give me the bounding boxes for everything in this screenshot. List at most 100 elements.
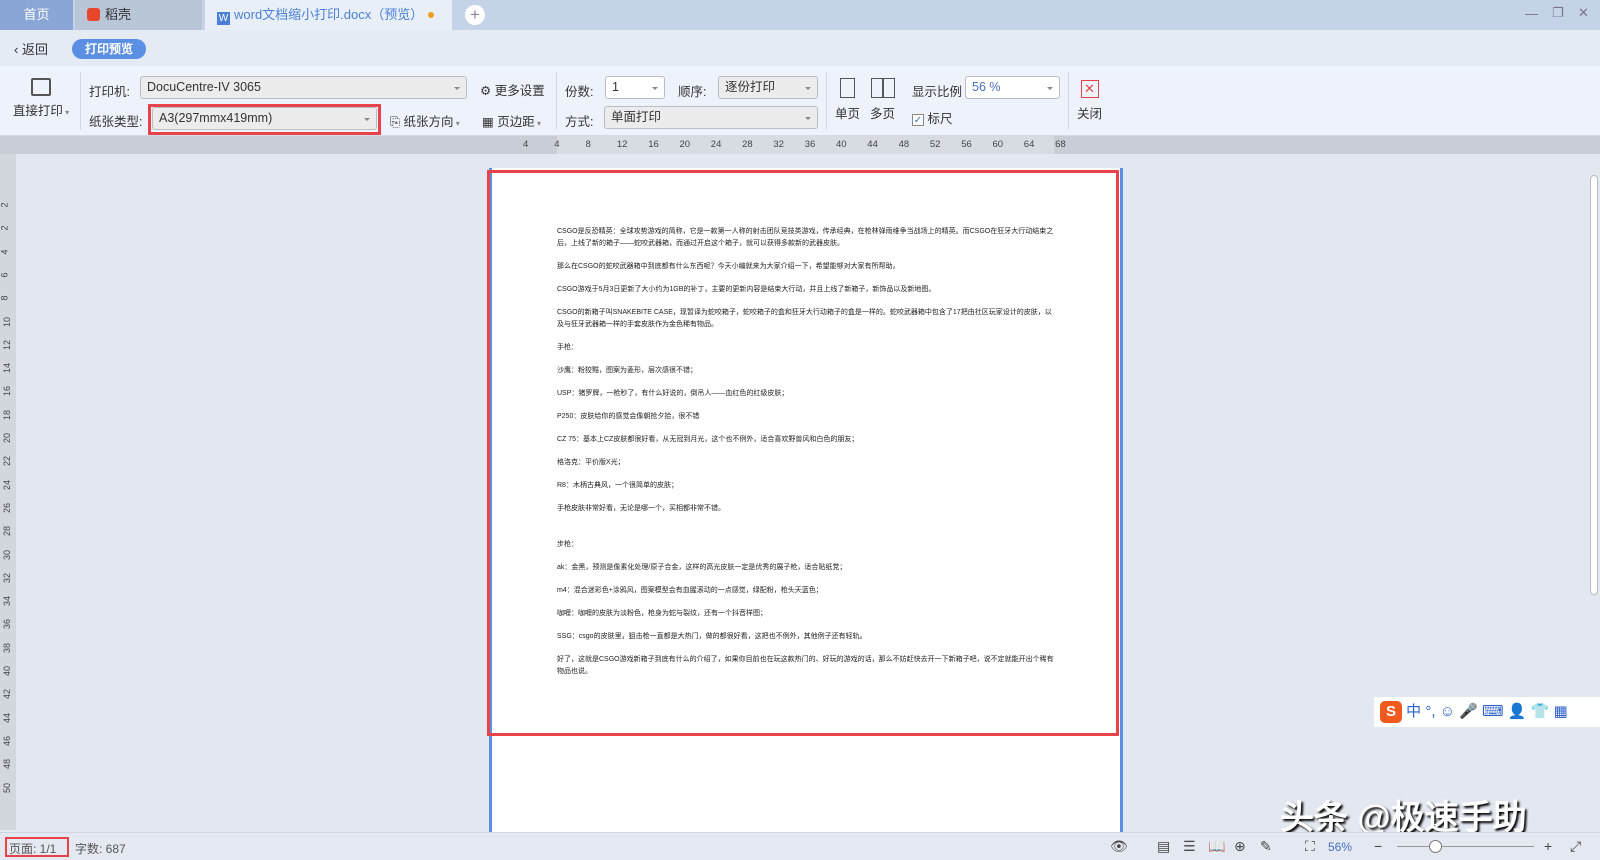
vertical-ruler-tick: 2: [0, 225, 10, 231]
method-select[interactable]: 单面打印: [604, 106, 818, 129]
vertical-ruler-tick: 22: [2, 456, 13, 467]
copies-stepper[interactable]: 1: [605, 76, 665, 99]
vertical-scrollbar[interactable]: [1590, 175, 1598, 595]
ime-toolbar[interactable]: S 中 °, ☺ 🎤 ⌨ 👤 👕 ▦: [1374, 697, 1600, 727]
single-page-label: 单页: [835, 107, 861, 121]
single-page-button[interactable]: 单页: [835, 78, 860, 122]
paper-label: 纸张类型:: [89, 115, 143, 129]
vertical-ruler-tick: 36: [2, 619, 13, 630]
vertical-ruler-tick: 34: [2, 596, 13, 607]
more-settings-label: 更多设置: [494, 84, 545, 98]
printer-label: 打印机:: [89, 85, 130, 99]
paragraph: 咖喱：咖喱的皮肤为淡粉色，枪身为蛇与裂纹，还有一个抖音样图；: [557, 610, 767, 617]
close-window-icon[interactable]: ✕: [1578, 5, 1589, 21]
tab-daoke[interactable]: 稻壳: [75, 0, 202, 30]
ruler-tick: 60: [992, 139, 1004, 150]
fullscreen-icon[interactable]: ⤢: [1570, 838, 1581, 855]
more-settings-button[interactable]: ⚙ 更多设置: [480, 80, 545, 99]
multi-page-label: 多页: [870, 107, 896, 121]
vertical-ruler-tick: 42: [2, 689, 13, 700]
vertical-ruler-tick: 40: [2, 665, 13, 677]
vertical-ruler-tick: 18: [2, 409, 13, 420]
ruler-tick: 48: [898, 139, 910, 150]
paragraph: USP：猪罗牌，一枪秒了，有什么好说的，倒吊人——血红色的红级皮肤；: [557, 390, 789, 397]
orientation-label: 纸张方向: [403, 115, 454, 129]
ruler-tick: 4: [554, 139, 560, 150]
document-body: CSGO是反恐精英：全球攻势游戏的简称，它是一款第一人称的射击团队竞技类游戏，传…: [557, 226, 1057, 689]
ruler-tick: 20: [679, 139, 691, 150]
web-view-icon[interactable]: ⊕: [1234, 838, 1246, 855]
vertical-ruler-tick: 10: [2, 316, 13, 327]
eye-icon[interactable]: 👁: [1110, 838, 1128, 855]
checkbox-icon: ✓: [912, 114, 924, 126]
copies-label: 份数:: [565, 85, 594, 99]
vertical-ruler-tick: 30: [2, 549, 13, 560]
close-preview-button[interactable]: ✕ 关闭: [1077, 80, 1102, 122]
ruler-tick: 12: [616, 139, 628, 150]
ruler-tick: 56: [961, 139, 972, 150]
page-view-icon[interactable]: ▤: [1157, 838, 1170, 855]
minimize-icon[interactable]: —: [1525, 6, 1538, 21]
outline-view-icon[interactable]: ☰: [1183, 838, 1196, 855]
paper-select[interactable]: A3(297mmx419mm): [152, 107, 377, 130]
ruler-tick: 4: [523, 139, 529, 150]
vertical-ruler-tick: 50: [2, 782, 13, 793]
printer-icon: [31, 78, 51, 96]
multi-page-button[interactable]: 多页: [870, 78, 895, 122]
close-label: 关闭: [1077, 107, 1103, 121]
paragraph: [557, 526, 1057, 528]
zoom-select[interactable]: 56 %: [965, 76, 1060, 99]
vertical-ruler-tick: 38: [2, 642, 13, 653]
vertical-ruler-tick: 20: [2, 432, 13, 444]
paragraph: ak：金黑，预测是像素化处理/原子合金，这样的高光皮肤一定是优秀的展子枪，适合贴…: [557, 564, 847, 571]
paragraph: CSGO是反恐精英：全球攻势游戏的简称，它是一款第一人称的射击团队竞技类游戏，传…: [557, 228, 1054, 247]
page-count: 页面: 1/1: [9, 842, 57, 856]
pen-icon[interactable]: ✎: [1260, 838, 1272, 855]
tab-home[interactable]: 首页: [0, 0, 73, 30]
paragraph: CZ 75：基本上CZ皮肤都很好看，从无冠到月光，这个也不例外，适合喜欢野兽风和…: [557, 436, 859, 443]
orientation-button[interactable]: ⎘ 纸张方向 ▾: [390, 111, 460, 130]
status-bar: [0, 832, 1600, 860]
single-page-icon: [840, 78, 855, 98]
paragraph: 沙鹰：粉狡黠，图案为菱形，层次感很不错；: [557, 367, 697, 374]
ruler-checkbox[interactable]: ✓ 标尺: [912, 108, 953, 127]
gear-icon: ⚙: [480, 84, 495, 98]
fit-page-icon[interactable]: ⛶: [1305, 838, 1315, 855]
ruler-tick: 64: [1023, 139, 1035, 150]
close-icon: ✕: [1080, 80, 1099, 98]
direct-print-button[interactable]: 直接打印 ▾: [10, 76, 72, 119]
ime-mode: 中: [1406, 703, 1422, 720]
vertical-ruler-tick: 28: [2, 526, 13, 537]
ruler-tick: 24: [710, 139, 722, 150]
status-zoom[interactable]: 56%: [1328, 840, 1352, 854]
printer-select[interactable]: DocuCentre-IV 3065: [140, 76, 467, 99]
back-button[interactable]: ‹ 返回: [14, 39, 48, 58]
paragraph: SSG：csgo的皮肤里，狙击枪一直都是大热门，做的都很好看，这把也不例外，其他…: [557, 633, 867, 640]
new-tab-button[interactable]: +: [465, 5, 485, 25]
paragraph: CSGO的新箱子叫SNAKEBITE CASE，现暂译为蛇咬箱子，蛇咬箱子的盒和…: [557, 309, 1052, 328]
ruler-tick: 32: [773, 139, 784, 150]
vertical-ruler-tick: 16: [2, 386, 13, 397]
multi-page-icon: [870, 78, 895, 98]
order-select[interactable]: 逐份打印: [718, 76, 818, 99]
ruler-tick: 16: [648, 139, 659, 150]
sogou-icon: S: [1380, 701, 1402, 724]
vertical-ruler-tick: 14: [2, 363, 13, 374]
zoom-out-icon[interactable]: −: [1374, 838, 1382, 854]
paragraph: m4：混合迷彩色+涂鸦风，图案模型会有血腥滚动的一点感觉，绿配粉，枪头天蓝色；: [557, 587, 823, 594]
ruler-tick: 28: [742, 139, 753, 150]
restore-icon[interactable]: ❐: [1552, 5, 1564, 21]
zoom-slider[interactable]: [1397, 846, 1534, 847]
print-preview-badge: 打印预览: [72, 39, 146, 59]
tab-bar: 首页 稻壳 Wword文档缩小打印.docx（预览） + — ❐ ✕: [0, 0, 1600, 30]
reading-view-icon[interactable]: 📖: [1208, 838, 1225, 855]
tab-document[interactable]: Wword文档缩小打印.docx（预览）: [205, 0, 452, 30]
vertical-ruler-tick: 46: [2, 735, 13, 746]
daoke-icon: [87, 8, 100, 21]
vertical-ruler[interactable]: [0, 154, 16, 830]
vertical-ruler-tick: 12: [2, 339, 13, 350]
ruler-tick: 68: [1055, 139, 1066, 150]
zoom-in-icon[interactable]: +: [1544, 838, 1552, 854]
tab-label: word文档缩小打印.docx（预览）: [234, 7, 424, 22]
margins-button[interactable]: ▦ 页边距 ▾: [482, 111, 541, 130]
